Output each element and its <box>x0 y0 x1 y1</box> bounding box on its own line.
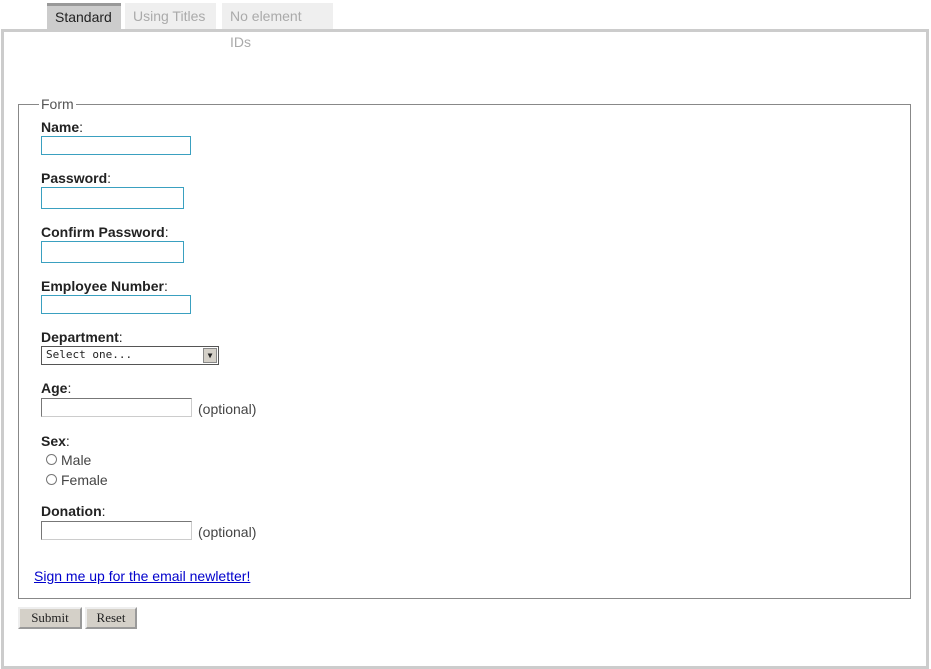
department-label: Department: <box>41 329 123 345</box>
donation-label: Donation: <box>41 503 106 519</box>
donation-input[interactable] <box>41 521 192 540</box>
name-input[interactable] <box>41 136 191 155</box>
confirm-password-input[interactable] <box>41 241 184 263</box>
sex-male-radio[interactable] <box>46 454 57 465</box>
age-optional-note: (optional) <box>198 401 257 417</box>
chevron-down-icon[interactable]: ▼ <box>203 348 217 363</box>
tab-using-titles[interactable]: Using Titles <box>125 3 216 29</box>
age-label: Age: <box>41 380 72 396</box>
name-label: Name: <box>41 119 84 135</box>
tab-standard[interactable]: Standard <box>47 3 121 29</box>
sex-female-label: Female <box>61 472 108 488</box>
newsletter-link[interactable]: Sign me up for the email newletter! <box>34 568 250 584</box>
tab-no-element-ids[interactable]: No element IDs <box>222 3 333 50</box>
department-selected: Select one... <box>46 348 133 361</box>
reset-button[interactable]: Reset <box>85 607 137 629</box>
department-select[interactable]: Select one... ▼ <box>41 346 219 365</box>
donation-optional-note: (optional) <box>198 524 257 540</box>
fieldset-legend: Form <box>39 96 76 112</box>
sex-female-radio[interactable] <box>46 474 57 485</box>
employee-number-label: Employee Number: <box>41 278 168 294</box>
confirm-password-label: Confirm Password: <box>41 224 169 240</box>
sex-label: Sex: <box>41 433 70 449</box>
sex-male-label: Male <box>61 452 92 468</box>
password-label: Password: <box>41 170 112 186</box>
submit-button[interactable]: Submit <box>18 607 82 629</box>
password-input[interactable] <box>41 187 184 209</box>
age-input[interactable] <box>41 398 192 417</box>
employee-number-input[interactable] <box>41 295 191 314</box>
